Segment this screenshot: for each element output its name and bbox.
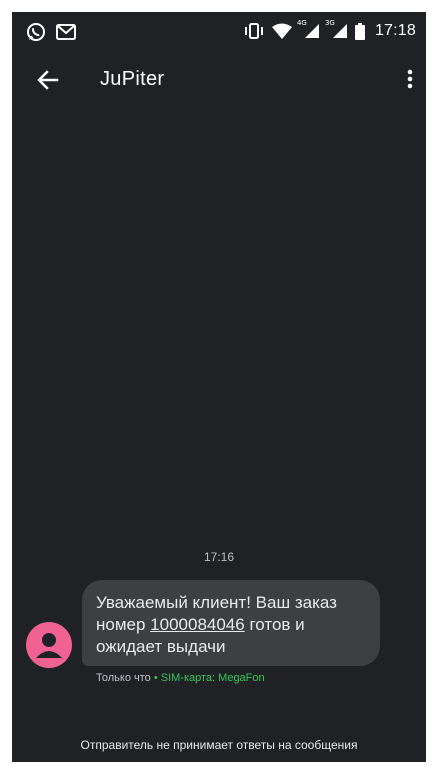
message-meta: Только что • SIM-карта: MegaFon [96, 672, 265, 684]
sender-avatar[interactable] [26, 622, 72, 668]
more-options-button[interactable] [404, 66, 416, 94]
person-icon [26, 633, 72, 668]
status-bar: 4G 3G 17:18 [12, 12, 426, 52]
back-button[interactable] [34, 66, 62, 94]
app-bar: JuPiter [12, 58, 426, 102]
signal-4g-icon: 4G [297, 19, 321, 39]
status-time: 17:18 [374, 22, 416, 39]
sim-card-label: SIM-карта: MegaFon [160, 672, 265, 684]
conversation-title: JuPiter [100, 68, 165, 90]
vibrate-icon [243, 23, 265, 39]
no-reply-notice: Отправитель не принимает ответы на сообщ… [80, 738, 358, 752]
message-timestamp: 17:16 [203, 550, 235, 564]
message-bubble[interactable]: Уважаемый клиент! Ваш заказ номер 100008… [82, 580, 380, 666]
whatsapp-icon [26, 22, 46, 42]
arrow-back-icon [34, 70, 62, 98]
message-status-time: Только что [96, 672, 151, 684]
order-number-link[interactable]: 1000084046 [150, 615, 245, 634]
gmail-icon [56, 24, 76, 40]
battery-icon [354, 22, 365, 40]
meta-separator: • [153, 672, 158, 684]
more-vert-icon [404, 69, 416, 98]
message-text: Уважаемый клиент! Ваш заказ номер 100008… [96, 592, 368, 658]
network-4g-label: 4G [296, 19, 307, 27]
signal-3g-icon: 3G [325, 19, 349, 39]
wifi-icon [271, 23, 293, 39]
messages-screen: 4G 3G 17:18 JuPiter 17:16 Уважаемый клие… [12, 12, 426, 762]
network-3g-label: 3G [324, 19, 335, 27]
